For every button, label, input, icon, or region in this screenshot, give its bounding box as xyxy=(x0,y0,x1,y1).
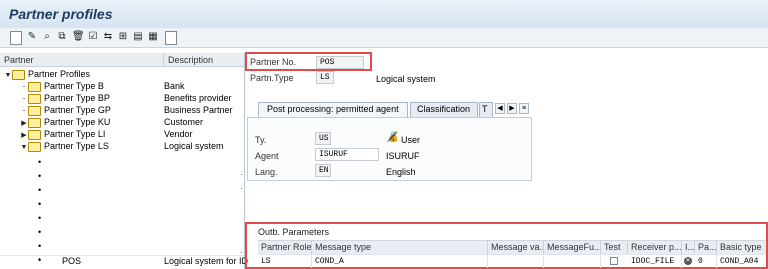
agent-label: Agent xyxy=(255,151,279,161)
cell-receiver-port: IDOC_FILE xyxy=(628,255,682,268)
col-message-function[interactable]: MessageFu... xyxy=(544,241,601,254)
col-message-type[interactable]: Message type xyxy=(312,241,488,254)
cell-message-variant xyxy=(488,255,544,268)
tree-desc-ls: Logical system xyxy=(164,141,224,151)
tab-telephony[interactable]: T xyxy=(479,102,493,117)
details-icon[interactable]: ▦ xyxy=(148,31,158,43)
col-test[interactable]: Test xyxy=(601,241,628,254)
tree-node-type-gp[interactable]: · Partner Type GP xyxy=(20,104,111,116)
display-icon[interactable]: ⌕ xyxy=(42,31,52,43)
expand-down-icon[interactable]: ▼ xyxy=(20,142,28,154)
col-receiver-port[interactable]: Receiver p... xyxy=(628,241,682,254)
partner-type-label: Partn.Type xyxy=(250,73,294,83)
folder-icon xyxy=(28,117,41,128)
tab-scroll-left-icon[interactable]: ◀ xyxy=(495,103,505,114)
tree-child-dot[interactable]: • xyxy=(38,240,41,252)
cell-basic-type: COND_A04 xyxy=(720,257,759,266)
tab-classification[interactable]: Classification xyxy=(410,102,478,117)
layout-icon[interactable]: ▤ xyxy=(133,31,143,43)
tree-pos-label: POS xyxy=(62,256,82,266)
tree-desc-gp: Business Partner xyxy=(164,105,233,115)
tree-node-type-li[interactable]: ▶ Partner Type LI xyxy=(20,128,105,140)
col-pack-size[interactable]: Pa... xyxy=(695,241,717,254)
partner-tree: ▼ Partner Profiles · Partner Type B Bank ·… xyxy=(0,68,244,268)
tree-node-type-ku[interactable]: ▶ Partner Type KU xyxy=(20,116,110,128)
folder-icon xyxy=(28,129,41,140)
cell-message-type: COND_A xyxy=(312,255,488,268)
tree-node-pos[interactable]: · POS Logical system for ID xyxy=(0,253,248,268)
folder-icon xyxy=(28,93,41,104)
partner-no-label: Partner No. xyxy=(250,57,297,67)
folder-icon xyxy=(28,105,41,116)
tab-list-icon[interactable]: ≡ xyxy=(519,103,529,114)
table-icon[interactable] xyxy=(165,31,177,45)
check-icon[interactable]: ☑ xyxy=(88,31,98,43)
agent-type-label: Ty. xyxy=(255,135,267,145)
language-label: Lang. xyxy=(255,167,278,177)
tree-icon[interactable]: ⊞ xyxy=(118,31,128,43)
partner-no-field[interactable]: POS xyxy=(316,56,364,69)
cell-partner-role: LS xyxy=(258,255,312,268)
copy-icon[interactable]: ⧉ xyxy=(57,31,67,43)
language-field[interactable]: EN xyxy=(315,164,331,177)
tree-desc-ku: Customer xyxy=(164,117,204,127)
cell-message-function xyxy=(544,255,601,268)
folder-icon xyxy=(28,81,41,92)
edit-icon[interactable]: ✎ xyxy=(27,31,37,43)
tree-node-type-bp[interactable]: · Partner Type BP xyxy=(20,92,110,104)
tree-child-dot[interactable]: • xyxy=(38,198,41,210)
tree-scroll-mark: · xyxy=(240,183,243,193)
tree-desc-bp: Benefits provider xyxy=(164,93,232,103)
tree-child-dot[interactable]: • xyxy=(38,226,41,238)
expand-down-icon[interactable]: ▼ xyxy=(4,70,12,82)
agent-field[interactable]: ISURUF xyxy=(315,148,379,161)
test-checkbox[interactable] xyxy=(610,257,618,265)
page-title: Partner profiles xyxy=(9,6,113,22)
title-bar: Partner profiles xyxy=(0,0,768,28)
tree-pos-desc: Logical system for ID xyxy=(164,256,249,266)
user-icon: 🔏 xyxy=(386,132,399,143)
tree-desc-li: Vendor xyxy=(164,129,193,139)
tree-scroll-mark: · xyxy=(240,169,243,179)
idoc-status-icon: ✕ xyxy=(684,257,692,265)
folder-open-icon xyxy=(28,141,41,152)
application-toolbar: ✎ ⌕ ⧉ 🗑 ☑ ⇆ ⊞ ▤ ▦ xyxy=(0,28,768,48)
tab-scroll-right-icon[interactable]: ▶ xyxy=(507,103,517,114)
partner-type-desc: Logical system xyxy=(376,74,436,84)
compare-icon[interactable]: ⇆ xyxy=(103,31,113,43)
new-icon[interactable] xyxy=(10,31,22,45)
tree-child-dot[interactable]: • xyxy=(38,170,41,182)
tree-column-partner[interactable]: Partner xyxy=(0,53,163,67)
tree-node-root[interactable]: ▼ Partner Profiles xyxy=(4,68,90,80)
col-idoc[interactable]: I... xyxy=(682,241,695,254)
agent-type-desc: User xyxy=(401,135,421,145)
table-row[interactable]: LS COND_A IDOC_FILE ✕ 0 COND_A04 xyxy=(258,254,766,268)
tab-post-processing[interactable]: Post processing: permitted agent xyxy=(258,102,408,117)
delete-icon[interactable]: 🗑 xyxy=(72,31,85,43)
agent-type-field[interactable]: US xyxy=(315,132,331,145)
col-partner-role[interactable]: Partner Role xyxy=(258,241,312,254)
folder-open-icon xyxy=(12,69,25,80)
tree-child-dot[interactable]: • xyxy=(38,184,41,196)
language-desc: English xyxy=(386,167,416,177)
tree-node-type-ls[interactable]: ▼ Partner Type LS xyxy=(20,140,109,152)
outbound-parameters-title: Outb. Parameters xyxy=(258,227,330,237)
tree-column-description[interactable]: Description xyxy=(163,53,244,67)
tree-desc-b: Bank xyxy=(164,81,185,91)
tree-node-type-b[interactable]: · Partner Type B xyxy=(20,80,104,92)
agent-desc: ISURUF xyxy=(386,151,420,161)
partner-type-field[interactable]: LS xyxy=(316,71,334,84)
col-message-variant[interactable]: Message va... xyxy=(488,241,544,254)
outbound-header-row: Partner Role Message type Message va... … xyxy=(258,240,766,254)
tree-child-dot[interactable]: • xyxy=(38,212,41,224)
col-basic-type[interactable]: Basic type xyxy=(717,241,766,254)
tree-child-dot[interactable]: • xyxy=(38,156,41,168)
cell-pack-size: 0 xyxy=(695,255,717,268)
